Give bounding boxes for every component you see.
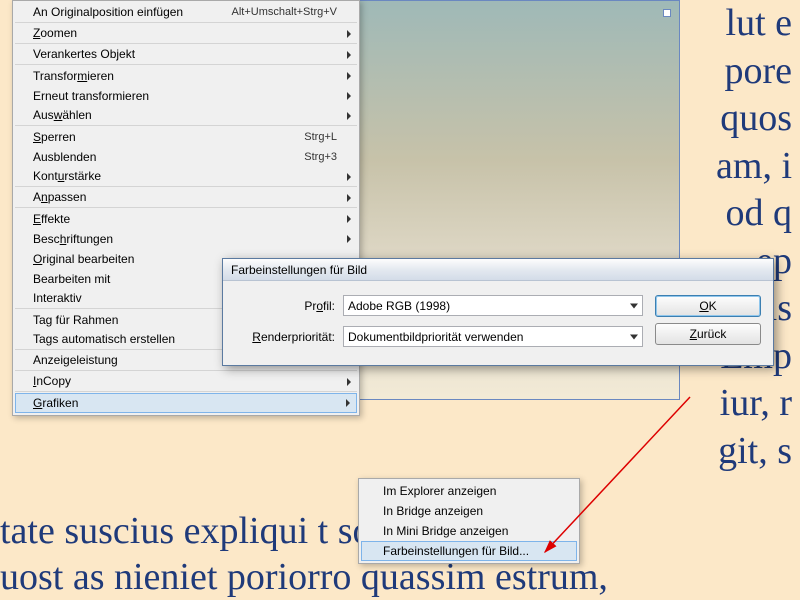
submenu-item-0[interactable]: Im Explorer anzeigen: [361, 481, 577, 501]
render-priority-dropdown[interactable]: Dokumentbildpriorität verwenden: [343, 326, 643, 347]
ok-button[interactable]: OK: [655, 295, 761, 317]
grafiken-submenu: Im Explorer anzeigen In Bridge anzeigen In…: [358, 478, 580, 564]
menu-item-label: Bearbeiten mit: [33, 272, 110, 286]
menu-item-label: Original bearbeiten: [33, 252, 134, 266]
menu-item-label: Transformieren: [33, 69, 114, 83]
menu-item-5[interactable]: Auswählen: [15, 106, 357, 126]
menu-item-label: Grafiken: [33, 396, 78, 410]
dialog-title: Farbeinstellungen für Bild: [231, 263, 367, 277]
chevron-right-icon: [347, 378, 351, 386]
color-settings-dialog: Farbeinstellungen für Bild Profil: Adobe…: [222, 258, 774, 366]
menu-item-label: Interaktiv: [33, 291, 82, 305]
menu-shortcut: Alt+Umschalt+Strg+V: [232, 6, 351, 18]
menu-item-1[interactable]: Zoomen: [15, 24, 357, 44]
chevron-right-icon: [347, 30, 351, 38]
profile-dropdown[interactable]: Adobe RGB (1998): [343, 295, 643, 316]
submenu-item-label: Farbeinstellungen für Bild...: [383, 544, 529, 558]
submenu-item-1[interactable]: In Bridge anzeigen: [361, 501, 577, 521]
menu-item-label: Tags automatisch erstellen: [33, 332, 175, 346]
dialog-titlebar[interactable]: Farbeinstellungen für Bild: [223, 259, 773, 281]
chevron-right-icon: [347, 51, 351, 59]
chevron-right-icon: [346, 399, 350, 407]
menu-item-6[interactable]: Sperren Strg+L: [15, 127, 357, 147]
profile-value: Adobe RGB (1998): [348, 299, 450, 313]
cancel-button[interactable]: Zurück: [655, 323, 761, 345]
render-priority-label: Renderpriorität:: [235, 330, 335, 344]
menu-item-4[interactable]: Erneut transformieren: [15, 86, 357, 106]
menu-item-label: Sperren: [33, 130, 76, 144]
chevron-right-icon: [347, 194, 351, 202]
menu-item-19[interactable]: Grafiken: [15, 393, 357, 413]
menu-item-label: Beschriftungen: [33, 232, 113, 246]
menu-item-label: Anzeigeleistung: [33, 353, 118, 367]
menu-item-0[interactable]: An Originalposition einfügen Alt+Umschalt…: [15, 3, 357, 23]
menu-item-9[interactable]: Anpassen: [15, 188, 357, 208]
profile-label: Profil:: [235, 299, 335, 313]
submenu-item-2[interactable]: In Mini Bridge anzeigen: [361, 521, 577, 541]
menu-item-label: Auswählen: [33, 108, 92, 122]
menu-item-10[interactable]: Effekte: [15, 209, 357, 229]
menu-item-label: Ausblenden: [33, 150, 96, 164]
menu-item-label: Tag für Rahmen: [33, 313, 118, 327]
menu-item-8[interactable]: Konturstärke: [15, 167, 357, 187]
submenu-item-label: Im Explorer anzeigen: [383, 484, 496, 498]
menu-item-18[interactable]: InCopy: [15, 372, 357, 392]
menu-item-label: An Originalposition einfügen: [33, 5, 183, 19]
menu-item-label: Anpassen: [33, 190, 86, 204]
submenu-item-3[interactable]: Farbeinstellungen für Bild...: [361, 541, 577, 561]
chevron-right-icon: [347, 112, 351, 120]
menu-item-7[interactable]: Ausblenden Strg+3: [15, 147, 357, 167]
chevron-right-icon: [347, 72, 351, 80]
menu-shortcut: Strg+L: [304, 131, 351, 143]
menu-shortcut: Strg+3: [304, 151, 351, 163]
menu-item-label: Effekte: [33, 212, 70, 226]
menu-item-label: Konturstärke: [33, 169, 101, 183]
menu-item-11[interactable]: Beschriftungen: [15, 229, 357, 249]
menu-item-label: Verankertes Objekt: [33, 47, 135, 61]
chevron-right-icon: [347, 92, 351, 100]
chevron-down-icon: [630, 334, 638, 339]
submenu-item-label: In Mini Bridge anzeigen: [383, 524, 508, 538]
menu-item-label: Zoomen: [33, 26, 77, 40]
submenu-item-label: In Bridge anzeigen: [383, 504, 483, 518]
menu-item-3[interactable]: Transformieren: [15, 66, 357, 86]
chevron-right-icon: [347, 215, 351, 223]
menu-item-label: InCopy: [33, 374, 71, 388]
chevron-right-icon: [347, 173, 351, 181]
chevron-right-icon: [347, 235, 351, 243]
render-priority-value: Dokumentbildpriorität verwenden: [348, 330, 523, 344]
background-document-text-line1: tate suscius expliqui t solut: [0, 509, 412, 553]
chevron-down-icon: [630, 303, 638, 308]
menu-item-2[interactable]: Verankertes Objekt: [15, 45, 357, 65]
menu-item-label: Erneut transformieren: [33, 89, 149, 103]
